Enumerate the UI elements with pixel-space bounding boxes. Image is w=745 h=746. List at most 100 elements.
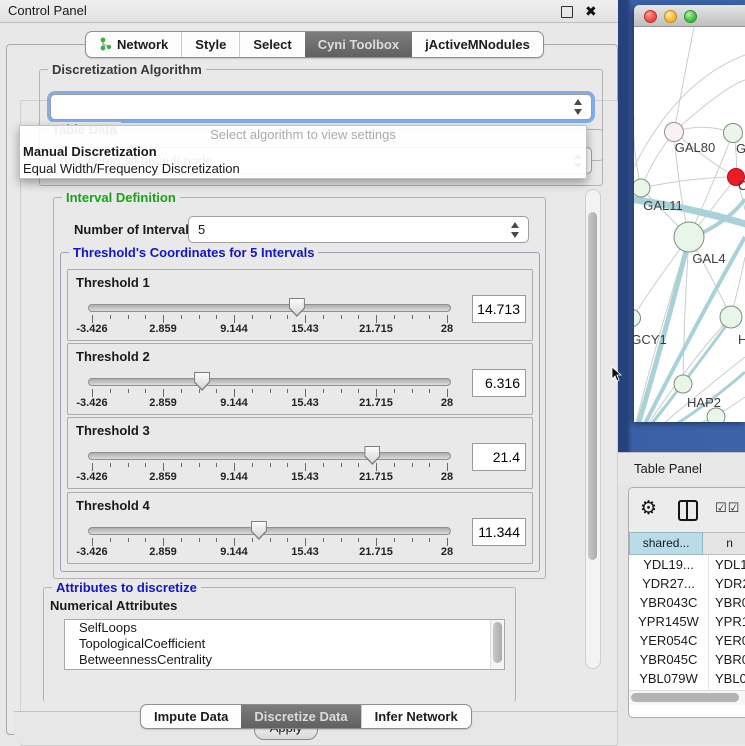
columns-icon[interactable] [678, 500, 698, 521]
list-item[interactable]: TopologicalCoefficient [65, 636, 504, 652]
slider-track[interactable] [88, 527, 451, 535]
table-cell[interactable]: YDL19... [629, 555, 709, 574]
algorithm-group-title: Discretization Algorithm [48, 62, 206, 77]
table-row[interactable]: YPR145WYPR1 [629, 612, 745, 631]
table-cell[interactable]: YPR145W [629, 612, 709, 631]
tab-impute-data[interactable]: Impute Data [141, 705, 241, 728]
popup-hint: Select algorithm to view settings [20, 126, 586, 143]
slider-tick-labels: -3.4262.8599.14415.4321.71528 [92, 397, 447, 409]
float-window-icon[interactable] [561, 6, 573, 18]
table-cell[interactable]: YBR045C [629, 650, 709, 669]
network-icon [99, 34, 112, 48]
table-cell[interactable]: YDR2 [709, 574, 745, 593]
minimize-traffic-light[interactable] [664, 10, 677, 23]
numerical-attributes-list[interactable]: SelfLoops TopologicalCoefficient Between… [64, 619, 505, 670]
control-panel: Control Panel ✖ Discretization Algorithm… [0, 0, 618, 745]
close-traffic-light[interactable] [644, 10, 657, 23]
threshold-slider[interactable]: -3.4262.8599.14415.4321.71528 [92, 371, 447, 411]
table-cell[interactable]: YBL079W [629, 669, 709, 688]
num-intervals-combobox[interactable]: 5 [188, 216, 529, 243]
attributes-group-title: Attributes to discretize [52, 580, 201, 595]
slider-tick-labels: -3.4262.8599.14415.4321.71528 [92, 323, 447, 335]
table-row[interactable]: YDL19...YDL1 [629, 555, 745, 574]
tab-select[interactable]: Select [239, 32, 304, 57]
table-horizontal-scrollbar[interactable] [629, 690, 745, 705]
zoom-traffic-light[interactable] [684, 10, 697, 23]
table-header-row: shared... n [629, 532, 745, 555]
node-gcy1 [634, 310, 641, 327]
slider-track[interactable] [88, 452, 451, 460]
settings-scrollbar[interactable] [585, 189, 601, 669]
tab-cyni-toolbox[interactable]: Cyni Toolbox [305, 32, 412, 57]
table-cell[interactable]: YPR1 [709, 612, 745, 631]
gear-icon[interactable]: ⚙ [640, 497, 657, 520]
node-label: C [738, 178, 745, 193]
network-canvas[interactable]: GAL80 G C GAL11 GAL4 GCY1 H HAP2 [634, 27, 745, 422]
list-scrollbar[interactable] [490, 620, 504, 669]
threshold-slider[interactable]: -3.4262.8599.14415.4321.71528 [92, 297, 447, 337]
table-panel-header: Table Panel [618, 452, 745, 485]
table-row[interactable]: YBR045CYBR0 [629, 650, 745, 669]
table-cell[interactable]: YBR0 [709, 650, 745, 669]
threshold-value-field[interactable] [472, 369, 526, 397]
threshold-label: Threshold 2 [76, 349, 150, 364]
node-label: H [738, 332, 745, 347]
network-graph: GAL80 G C GAL11 GAL4 GCY1 H HAP2 [634, 27, 745, 422]
slider-track[interactable] [88, 304, 451, 312]
column-header-shared-name[interactable]: shared... [629, 532, 703, 555]
hscrollbar-thumb[interactable] [631, 693, 739, 702]
table-cell[interactable]: YDR27... [629, 574, 709, 593]
table-cell[interactable]: YBR043C [629, 593, 709, 612]
table-toolbar: ⚙ ☑☑ [629, 488, 745, 532]
node-label: GAL80 [675, 140, 715, 155]
slider-track[interactable] [88, 378, 451, 386]
thresholds-group-title: Threshold's Coordinates for 5 Intervals [69, 245, 318, 260]
column-header-name[interactable]: n [703, 532, 745, 555]
list-item[interactable]: BetweennessCentrality [65, 652, 504, 668]
table-row[interactable]: YBL079WYBL0 [629, 669, 745, 688]
table-panel-title: Table Panel [634, 461, 702, 476]
algorithm-combobox[interactable] [50, 94, 592, 120]
tab-discretize-data[interactable]: Discretize Data [241, 705, 360, 728]
network-window-titlebar[interactable] [634, 5, 745, 27]
select-all-checkboxes-icon[interactable]: ☑☑ [715, 500, 740, 516]
table-row[interactable]: YER054CYER0 [629, 631, 745, 650]
node-label: GCY1 [634, 332, 667, 347]
control-panel-titlebar: Control Panel ✖ [0, 0, 618, 23]
tab-infer-network[interactable]: Infer Network [361, 705, 471, 728]
tab-network[interactable]: Network [86, 32, 181, 57]
settings-scrollbar-thumb[interactable] [588, 212, 597, 560]
bottom-tabbar: Impute Data Discretize Data Infer Networ… [140, 704, 472, 729]
table-cell[interactable]: YER0 [709, 631, 745, 650]
threshold-slider[interactable]: -3.4262.8599.14415.4321.71528 [92, 445, 447, 485]
node-gal80 [665, 123, 684, 142]
slider-ticks [92, 314, 447, 323]
list-item[interactable]: SelfLoops [65, 620, 504, 636]
table-cell[interactable]: YDL1 [709, 555, 745, 574]
node-gal11 [634, 179, 650, 197]
tab-jactivemnodules[interactable]: jActiveMNodules [412, 32, 543, 57]
table-cell[interactable]: YER054C [629, 631, 709, 650]
table-row[interactable]: YBR043CYBR0 [629, 593, 745, 612]
table-row[interactable]: YDR27...YDR2 [629, 574, 745, 593]
threshold-value-field[interactable] [472, 518, 526, 546]
mouse-cursor [611, 367, 622, 382]
table-cell[interactable]: YBL0 [709, 669, 745, 688]
threshold-value-field[interactable] [472, 443, 526, 471]
panel-title: Control Panel [8, 0, 87, 22]
right-region: GAL80 G C GAL11 GAL4 GCY1 H HAP2 Table P… [618, 0, 745, 745]
interval-definition-title: Interval Definition [62, 190, 180, 205]
threshold-slider[interactable]: -3.4262.8599.14415.4321.71528 [92, 520, 447, 560]
popup-option-manual[interactable]: Manual Discretization [20, 143, 586, 160]
list-scrollbar-thumb[interactable] [493, 622, 502, 663]
threshold-value-field[interactable] [472, 295, 526, 323]
close-icon[interactable]: ✖ [585, 0, 597, 22]
network-view-window: GAL80 G C GAL11 GAL4 GCY1 H HAP2 [634, 5, 745, 422]
popup-option-equal-width[interactable]: Equal Width/Frequency Discretization [20, 160, 586, 177]
threshold-panel-1: Threshold 1 -3.4262.8599.14415.4321.7152… [67, 269, 533, 341]
node-gal4 [674, 222, 704, 252]
tab-style[interactable]: Style [181, 32, 239, 57]
table-cell[interactable]: YBR0 [709, 593, 745, 612]
node-label: GAL4 [692, 251, 725, 266]
node-label: G [736, 141, 745, 156]
